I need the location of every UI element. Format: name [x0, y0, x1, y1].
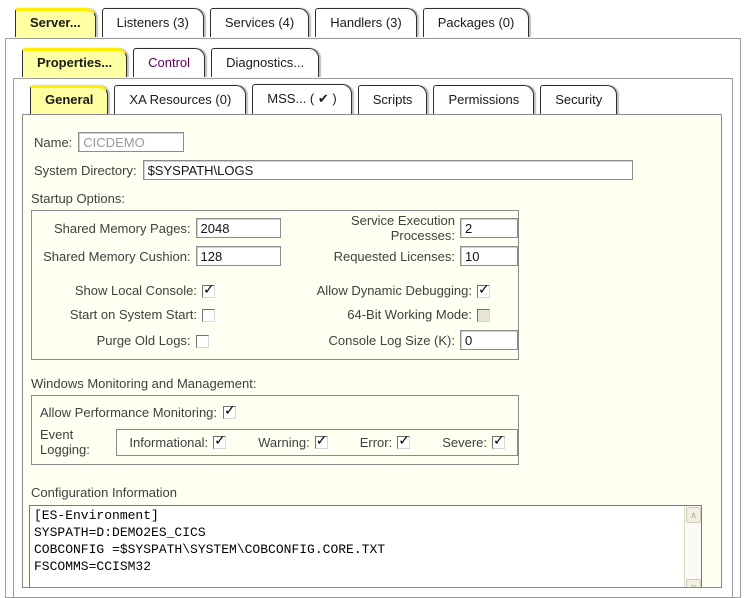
allow-performance-monitoring-checkbox[interactable] [223, 406, 236, 419]
system-directory-field-row: System Directory: [34, 159, 721, 181]
shared-memory-cushion-input[interactable] [196, 246, 281, 266]
startup-row-2: Shared Memory Cushion: Requested License… [32, 245, 518, 267]
purge-old-logs-label: Purge Old Logs: [32, 333, 196, 348]
shared-memory-pages-input[interactable] [196, 218, 281, 238]
event-warning-item: Warning: [258, 435, 328, 450]
informational-checkbox[interactable] [213, 436, 226, 449]
tab-diagnostics-label: Diagnostics... [226, 55, 304, 70]
tab-control[interactable]: Control [133, 48, 205, 77]
tab-listeners[interactable]: Listeners (3) [102, 8, 204, 37]
tab-listeners-label: Listeners (3) [117, 15, 189, 30]
requested-licenses-input[interactable] [460, 246, 518, 266]
tab-server-label: Server... [30, 15, 81, 30]
configuration-textarea[interactable]: [ES-Environment] SYSPATH=D:DEMO2ES_CICS … [30, 506, 684, 588]
tab-scripts-label: Scripts [373, 92, 413, 107]
monitoring-box: Allow Performance Monitoring: Event Logg… [31, 395, 519, 465]
64-bit-working-mode-label: 64-Bit Working Mode: [302, 307, 477, 322]
tab-services[interactable]: Services (4) [210, 8, 309, 37]
64-bit-working-mode-checkbox [477, 309, 490, 322]
tab-properties[interactable]: Properties... [22, 48, 127, 77]
name-label: Name: [34, 135, 72, 150]
event-error-item: Error: [360, 435, 411, 450]
configuration-textarea-wrap: [ES-Environment] SYSPATH=D:DEMO2ES_CICS … [29, 505, 702, 588]
event-logging-box: Informational: Warning: Error: Severe: [116, 429, 518, 456]
startup-row-5: Purge Old Logs: Console Log Size (K): [32, 329, 518, 351]
console-log-size-label: Console Log Size (K): [292, 333, 460, 348]
tab-services-label: Services (4) [225, 15, 294, 30]
error-label: Error: [360, 435, 393, 450]
event-logging-row: Event Logging: Informational: Warning: E… [32, 427, 518, 457]
event-severe-item: Severe: [442, 435, 505, 450]
tab-permissions-label: Permissions [448, 92, 519, 107]
tab-handlers[interactable]: Handlers (3) [315, 8, 417, 37]
scroll-down-icon: ∨ [690, 583, 697, 589]
tab-security-label: Security [555, 92, 602, 107]
show-local-console-label: Show Local Console: [32, 283, 202, 298]
startup-row-1: Shared Memory Pages: Service Execution P… [32, 217, 518, 239]
startup-options-title: Startup Options: [31, 191, 721, 206]
warning-label: Warning: [258, 435, 310, 450]
tab-handlers-label: Handlers (3) [330, 15, 402, 30]
start-on-system-start-checkbox[interactable] [202, 309, 215, 322]
system-directory-label: System Directory: [34, 163, 137, 178]
name-field-row: Name: [34, 131, 721, 153]
startup-options-box: Shared Memory Pages: Service Execution P… [31, 210, 519, 360]
tab-mss[interactable]: MSS... ( ✔ ) [252, 84, 351, 114]
startup-row-3: Show Local Console: Allow Dynamic Debugg… [32, 281, 518, 299]
service-execution-processes-label: Service Execution Processes: [292, 213, 460, 243]
general-tab-bar: General XA Resources (0) MSS... ( ✔ ) Sc… [30, 84, 617, 114]
tab-security[interactable]: Security [540, 85, 617, 114]
allow-dynamic-debugging-checkbox[interactable] [477, 285, 490, 298]
startup-row-4: Start on System Start: 64-Bit Working Mo… [32, 305, 518, 323]
allow-dynamic-debugging-label: Allow Dynamic Debugging: [302, 283, 477, 298]
event-informational-item: Informational: [129, 435, 226, 450]
shared-memory-pages-label: Shared Memory Pages: [32, 221, 196, 236]
server-tab-bar: Server... Listeners (3) Services (4) Han… [15, 8, 529, 37]
console-log-size-input[interactable] [460, 330, 518, 350]
allow-performance-monitoring-label: Allow Performance Monitoring: [40, 405, 217, 420]
warning-checkbox[interactable] [315, 436, 328, 449]
tab-general[interactable]: General [30, 85, 108, 114]
system-directory-input[interactable] [143, 160, 633, 180]
scroll-up-icon: ∧ [690, 511, 697, 520]
purge-old-logs-checkbox[interactable] [196, 335, 209, 348]
service-execution-processes-input[interactable] [460, 218, 518, 238]
tab-permissions[interactable]: Permissions [433, 85, 534, 114]
tab-control-label: Control [148, 55, 190, 70]
requested-licenses-label: Requested Licenses: [292, 249, 460, 264]
error-checkbox[interactable] [397, 436, 410, 449]
severe-checkbox[interactable] [492, 436, 505, 449]
tab-scripts[interactable]: Scripts [358, 85, 428, 114]
tab-general-label: General [45, 92, 93, 107]
name-input [78, 132, 184, 152]
tab-server[interactable]: Server... [15, 8, 96, 37]
show-local-console-checkbox[interactable] [202, 285, 215, 298]
general-panel: Name: System Directory: Startup Options:… [22, 114, 722, 588]
server-properties-page: Server... Listeners (3) Services (4) Han… [0, 0, 750, 588]
informational-label: Informational: [129, 435, 208, 450]
tab-packages-label: Packages (0) [438, 15, 515, 30]
shared-memory-cushion-label: Shared Memory Cushion: [32, 249, 196, 264]
configuration-information-title: Configuration Information [31, 485, 721, 500]
tab-xa-resources[interactable]: XA Resources (0) [114, 85, 246, 114]
performance-monitoring-row: Allow Performance Monitoring: [32, 402, 518, 422]
tab-packages[interactable]: Packages (0) [423, 8, 530, 37]
start-on-system-start-label: Start on System Start: [32, 307, 202, 322]
properties-tab-bar: Properties... Control Diagnostics... [22, 48, 319, 77]
tab-diagnostics[interactable]: Diagnostics... [211, 48, 319, 77]
tab-mss-label: MSS... ( ✔ ) [267, 91, 336, 106]
configuration-scrollbar[interactable]: ∧ ∨ [684, 506, 701, 588]
tab-properties-label: Properties... [37, 55, 112, 70]
severe-label: Severe: [442, 435, 487, 450]
event-logging-label: Event Logging: [40, 427, 116, 457]
scroll-down-button[interactable]: ∨ [686, 579, 701, 588]
scroll-up-button[interactable]: ∧ [686, 507, 701, 523]
tab-xa-resources-label: XA Resources (0) [129, 92, 231, 107]
monitoring-title: Windows Monitoring and Management: [31, 376, 721, 391]
